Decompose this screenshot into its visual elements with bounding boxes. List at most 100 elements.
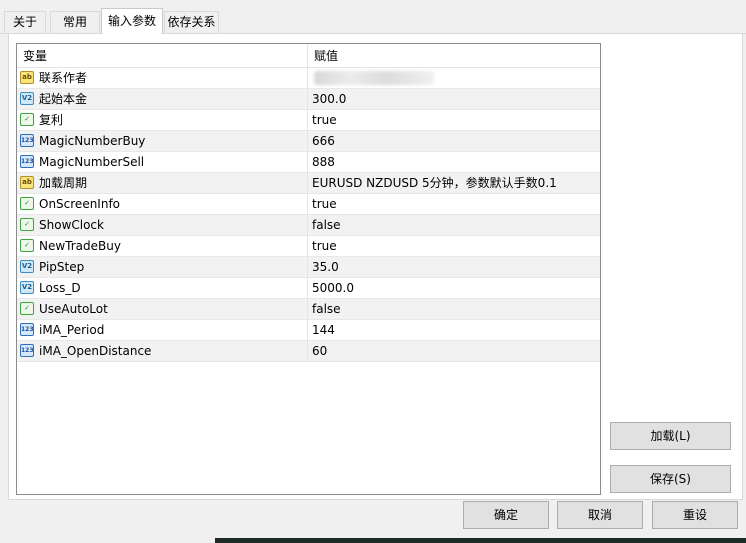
column-header-value[interactable]: 赋值 xyxy=(308,44,600,67)
background-chart-edge xyxy=(215,538,746,543)
double-type-icon: V2 xyxy=(20,92,34,105)
value-cell[interactable]: true xyxy=(307,110,600,130)
bool-type-icon: ✓ xyxy=(20,218,34,231)
variable-name: 加载周期 xyxy=(39,176,88,190)
variable-value: true xyxy=(312,239,337,253)
table-row[interactable]: ✓ 复利 true xyxy=(17,110,600,131)
variable-name: ShowClock xyxy=(39,218,104,232)
int-type-icon: 123 xyxy=(20,155,34,168)
bool-type-icon: ✓ xyxy=(20,113,34,126)
table-row[interactable]: ab 联系作者 xyxy=(17,68,600,89)
table-row[interactable]: ✓ ShowClock false xyxy=(17,215,600,236)
bool-type-icon: ✓ xyxy=(20,197,34,210)
table-row[interactable]: 123 MagicNumberSell 888 xyxy=(17,152,600,173)
variable-cell[interactable]: V2 PipStep xyxy=(17,257,307,277)
variable-value: 888 xyxy=(312,155,335,169)
blurred-contact-value xyxy=(314,71,434,85)
tab-inputs-label: 输入参数 xyxy=(107,14,156,28)
bool-type-icon: ✓ xyxy=(20,302,34,315)
variable-value: false xyxy=(312,218,341,232)
table-row[interactable]: ✓ UseAutoLot false xyxy=(17,299,600,320)
value-cell[interactable]: 35.0 xyxy=(307,257,600,277)
value-cell[interactable]: EURUSD NZDUSD 5分钟，参数默认手数0.1 xyxy=(307,173,600,193)
table-row[interactable]: V2 起始本金 300.0 xyxy=(17,89,600,110)
variable-value: false xyxy=(312,302,341,316)
value-cell[interactable]: 5000.0 xyxy=(307,278,600,298)
table-row[interactable]: ab 加载周期 EURUSD NZDUSD 5分钟，参数默认手数0.1 xyxy=(17,173,600,194)
reset-button-label: 重设 xyxy=(682,508,707,522)
table-row[interactable]: ✓ OnScreenInfo true xyxy=(17,194,600,215)
value-cell[interactable]: true xyxy=(307,194,600,214)
value-cell[interactable]: 888 xyxy=(307,152,600,172)
reset-button[interactable]: 重设 xyxy=(652,501,738,529)
value-cell[interactable]: 60 xyxy=(307,341,600,361)
variable-name: iMA_OpenDistance xyxy=(39,344,152,358)
value-cell[interactable]: 300.0 xyxy=(307,89,600,109)
value-cell[interactable]: 144 xyxy=(307,320,600,340)
int-type-icon: 123 xyxy=(20,344,34,357)
ok-button[interactable]: 确定 xyxy=(463,501,549,529)
cancel-button-label: 取消 xyxy=(587,508,612,522)
variable-value: 300.0 xyxy=(312,92,347,106)
cancel-button[interactable]: 取消 xyxy=(557,501,643,529)
save-button[interactable]: 保存(S) xyxy=(610,465,731,493)
variable-cell[interactable]: 123 iMA_Period xyxy=(17,320,307,340)
string-type-icon: ab xyxy=(20,71,34,84)
table-row[interactable]: V2 Loss_D 5000.0 xyxy=(17,278,600,299)
tab-common-label: 常用 xyxy=(62,15,87,29)
value-cell[interactable]: false xyxy=(307,215,600,235)
double-type-icon: V2 xyxy=(20,281,34,294)
variable-value: true xyxy=(312,113,337,127)
variable-cell[interactable]: ab 加载周期 xyxy=(17,173,307,193)
variable-name: MagicNumberBuy xyxy=(39,134,146,148)
column-header-variable[interactable]: 变量 xyxy=(17,44,307,67)
variable-name: 复利 xyxy=(39,113,64,127)
parameters-grid[interactable]: 变量 赋值 ab 联系作者 V2 起始本金 300.0 ✓ 复利 true 123 MagicNu… xyxy=(16,43,601,495)
variable-value: 666 xyxy=(312,134,335,148)
value-cell[interactable]: 666 xyxy=(307,131,600,151)
variable-value: 35.0 xyxy=(312,260,339,274)
variable-name: PipStep xyxy=(39,260,85,274)
variable-cell[interactable]: ✓ ShowClock xyxy=(17,215,307,235)
variable-cell[interactable]: ✓ NewTradeBuy xyxy=(17,236,307,256)
variable-name: Loss_D xyxy=(39,281,81,295)
variable-cell[interactable]: V2 Loss_D xyxy=(17,278,307,298)
background-strip xyxy=(0,538,746,543)
variable-name: UseAutoLot xyxy=(39,302,108,316)
variable-cell[interactable]: ✓ 复利 xyxy=(17,110,307,130)
variable-name: MagicNumberSell xyxy=(39,155,145,169)
variable-name: NewTradeBuy xyxy=(39,239,121,253)
load-button[interactable]: 加载(L) xyxy=(610,422,731,450)
variable-name: 联系作者 xyxy=(39,71,88,85)
variable-value: EURUSD NZDUSD 5分钟，参数默认手数0.1 xyxy=(312,176,557,190)
variable-value: 144 xyxy=(312,323,335,337)
variable-cell[interactable]: 123 iMA_OpenDistance xyxy=(17,341,307,361)
variable-cell[interactable]: ✓ OnScreenInfo xyxy=(17,194,307,214)
table-row[interactable]: V2 PipStep 35.0 xyxy=(17,257,600,278)
variable-cell[interactable]: ✓ UseAutoLot xyxy=(17,299,307,319)
table-row[interactable]: 123 MagicNumberBuy 666 xyxy=(17,131,600,152)
table-row[interactable]: 123 iMA_Period 144 xyxy=(17,320,600,341)
tab-dependencies-label: 依存关系 xyxy=(167,15,216,29)
tab-common[interactable]: 常用 xyxy=(50,11,100,33)
double-type-icon: V2 xyxy=(20,260,34,273)
tab-dependencies[interactable]: 依存关系 xyxy=(164,11,219,33)
grid-rows: ab 联系作者 V2 起始本金 300.0 ✓ 复利 true 123 MagicNumberBu… xyxy=(17,68,600,362)
value-cell[interactable]: true xyxy=(307,236,600,256)
table-row[interactable]: 123 iMA_OpenDistance 60 xyxy=(17,341,600,362)
variable-name: 起始本金 xyxy=(39,92,88,106)
table-row[interactable]: ✓ NewTradeBuy true xyxy=(17,236,600,257)
variable-cell[interactable]: 123 MagicNumberBuy xyxy=(17,131,307,151)
variable-cell[interactable]: ab 联系作者 xyxy=(17,68,307,88)
tab-inputs[interactable]: 输入参数 xyxy=(101,8,163,34)
variable-name: OnScreenInfo xyxy=(39,197,121,211)
tab-about-label: 关于 xyxy=(12,15,37,29)
tab-bar: 关于 常用 输入参数 依存关系 xyxy=(0,0,746,34)
tab-about[interactable]: 关于 xyxy=(4,11,46,33)
value-cell[interactable] xyxy=(307,68,600,88)
value-cell[interactable]: false xyxy=(307,299,600,319)
variable-value: 60 xyxy=(312,344,328,358)
variable-cell[interactable]: V2 起始本金 xyxy=(17,89,307,109)
load-button-label: 加载(L) xyxy=(650,429,691,443)
variable-cell[interactable]: 123 MagicNumberSell xyxy=(17,152,307,172)
